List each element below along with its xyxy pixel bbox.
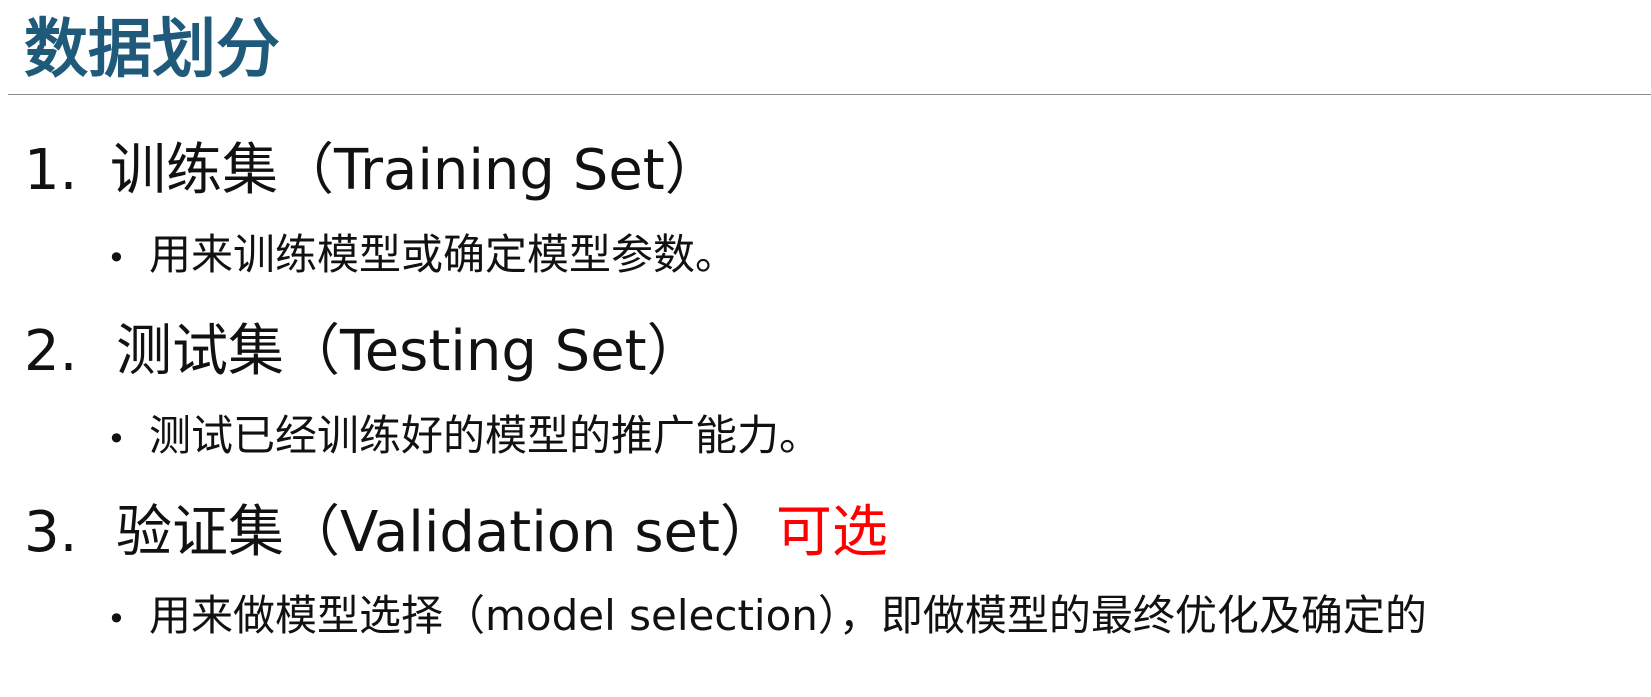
- bullet-text: 用来训练模型或确定模型参数。: [149, 230, 738, 279]
- item-heading: 训练集（Training Set）: [110, 138, 721, 203]
- item-number: 2.: [24, 319, 78, 384]
- bullet-icon: •: [107, 239, 126, 277]
- title-divider: [8, 94, 1651, 95]
- list-item-validation-set: 3. 验证集（Validation set）可选: [24, 500, 888, 566]
- bullet-icon: •: [107, 420, 126, 458]
- bullet-text: 用来做模型选择（model selection），即做模型的最终优化及确定的: [149, 591, 1427, 640]
- list-item-training-set: 1. 训练集（Training Set）: [24, 138, 721, 204]
- slide-title: 数据划分: [24, 13, 280, 87]
- bullet-validation-set: • 用来做模型选择（model selection），即做模型的最终优化及确定的: [107, 590, 1427, 645]
- bullet-text: 测试已经训练好的模型的推广能力。: [149, 411, 822, 460]
- item-heading: 验证集（Validation set）: [116, 500, 776, 565]
- list-item-testing-set: 2. 测试集（Testing Set）: [24, 319, 703, 385]
- item-heading: 测试集（Testing Set）: [116, 319, 703, 384]
- bullet-training-set: • 用来训练模型或确定模型参数。: [107, 229, 737, 284]
- bullet-icon: •: [107, 600, 126, 638]
- item-number: 1.: [24, 138, 78, 203]
- item-number: 3.: [24, 500, 78, 565]
- optional-label: 可选: [775, 500, 888, 565]
- bullet-testing-set: • 测试已经训练好的模型的推广能力。: [107, 410, 821, 465]
